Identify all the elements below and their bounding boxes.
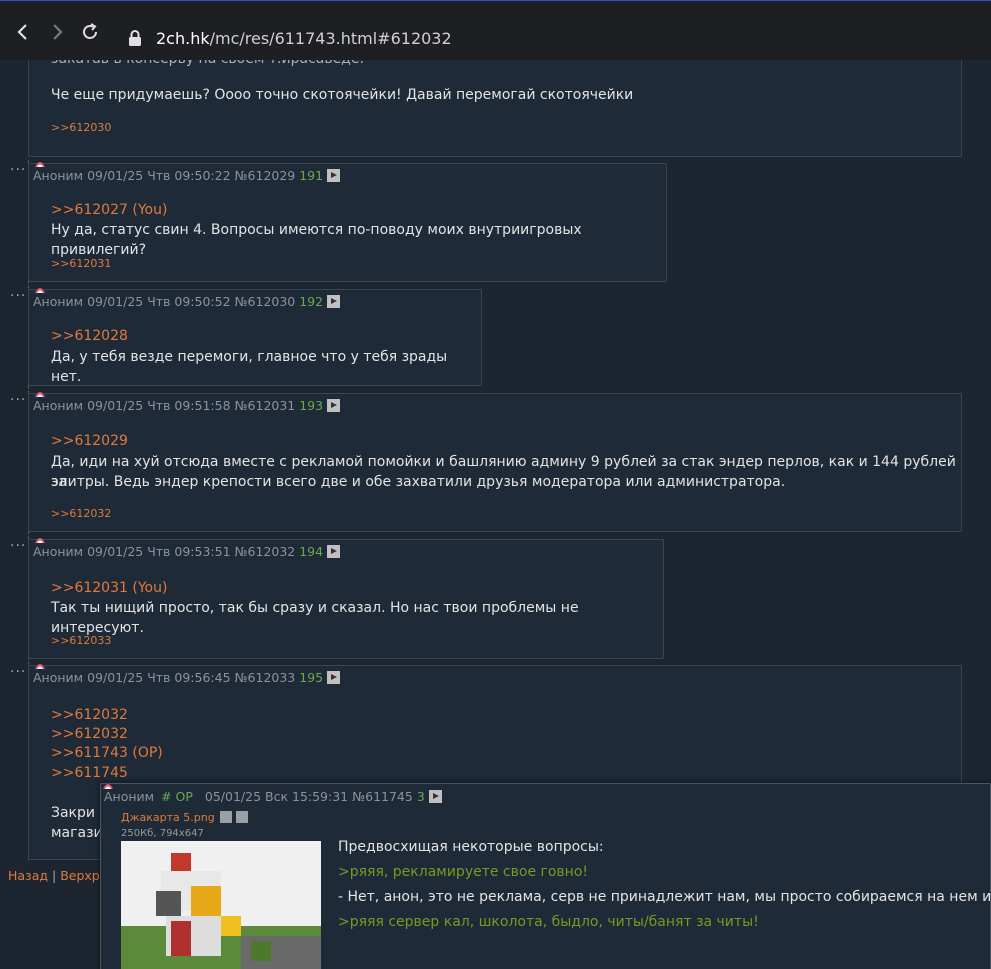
up-link[interactable]: Верхр	[60, 868, 100, 883]
image-thumbnail[interactable]	[121, 841, 321, 969]
reply-link[interactable]: >>612031 (You)	[51, 580, 167, 596]
post-text: Так ты нищий просто, так бы сразу и сказ…	[51, 600, 579, 636]
poster-name: Аноним	[104, 789, 155, 804]
search-icon[interactable]	[220, 811, 233, 823]
post-612032: Аноним 09/01/25 Чтв 09:53:51 №612032 194…	[28, 538, 664, 659]
post-text: Да, у тебя везде перемоги, главное что у…	[51, 349, 448, 385]
reply-link[interactable]: >>611745	[51, 765, 128, 781]
lock-icon	[128, 29, 142, 51]
post-meta: Аноним 09/01/25 Чтв 09:50:52 №612030 192	[33, 294, 341, 309]
backlink[interactable]: >>612031	[51, 257, 111, 270]
post-text: Предвосхищая некоторые вопросы:	[338, 839, 604, 855]
poster-name: Аноним	[33, 294, 84, 309]
post-meta: Аноним 09/01/25 Чтв 09:51:58 №612031 193	[33, 398, 341, 413]
post-date: 09/01/25 Чтв 09:56:45	[87, 670, 231, 685]
backlink[interactable]: >>612030	[51, 121, 111, 134]
post-text: Че еще придумаешь? Оооо точно скотоячейк…	[51, 87, 634, 103]
reply-link[interactable]: >>612027 (You)	[51, 202, 167, 218]
reply-link[interactable]: >>611743 (OP)	[51, 745, 163, 761]
ribbon-icon	[35, 162, 45, 167]
post-date: 05/01/25 Вск 15:59:31	[204, 789, 349, 804]
post-meta: Аноним 09/01/25 Чтв 09:50:22 №612029 191	[33, 168, 341, 183]
forward-icon[interactable]	[44, 19, 70, 45]
post-text: элитры. Ведь эндер крепости всего две и …	[51, 474, 786, 490]
post-id[interactable]: №611745	[352, 789, 413, 804]
post-menu-dots[interactable]: ···	[10, 392, 26, 408]
expand-icon[interactable]	[327, 545, 341, 558]
greentext-line: >ряяя, рекламируете свое говно!	[338, 864, 589, 880]
ribbon-icon	[35, 664, 45, 669]
reply-link[interactable]: >>612029	[51, 433, 128, 449]
ribbon-icon	[35, 392, 45, 397]
expand-icon[interactable]	[327, 399, 341, 412]
file-name-text: Джакарта 5.png	[121, 811, 215, 824]
back-link[interactable]: Назад	[8, 868, 48, 883]
expand-icon[interactable]	[327, 169, 341, 182]
post-count: 193	[299, 398, 324, 413]
post-id[interactable]: №612031	[235, 398, 296, 413]
post-date: 09/01/25 Чтв 09:53:51	[87, 544, 231, 559]
post-text: - Нет, анон, это не реклама, серв не при…	[338, 889, 991, 905]
post-text: магази	[51, 825, 103, 841]
post-612029-partial: закатав в консерву на своем т.ирасаведе.…	[28, 60, 962, 157]
post-count: 194	[299, 544, 324, 559]
post-612029: Аноним 09/01/25 Чтв 09:50:22 №612029 191…	[28, 162, 667, 282]
post-text: Ну да, статус свин 4. Вопросы имеются по…	[51, 222, 582, 258]
post-id[interactable]: №612030	[235, 294, 296, 309]
post-count: 192	[299, 294, 324, 309]
minecraft-image	[121, 841, 321, 969]
post-meta: Аноним 09/01/25 Чтв 09:53:51 №612032 194	[33, 544, 341, 559]
reload-icon[interactable]	[77, 19, 103, 45]
post-count: 195	[299, 670, 324, 685]
post-date: 09/01/25 Чтв 09:51:58	[87, 398, 231, 413]
expand-icon[interactable]	[327, 295, 341, 308]
footer-nav: Назад | Верхр	[8, 868, 100, 883]
post-id[interactable]: №612032	[235, 544, 296, 559]
ribbon-icon	[35, 538, 45, 543]
post-menu-dots[interactable]: ···	[10, 538, 26, 554]
browser-toolbar: 2ch.hk/mc/res/611743.html#612032	[0, 0, 991, 60]
greentext-line: >ряяя сервер кал, школота, быдло, читы/б…	[338, 914, 759, 930]
expand-icon[interactable]	[428, 790, 442, 803]
poster-name: Аноним	[33, 544, 84, 559]
post-menu-dots[interactable]: ···	[10, 162, 26, 178]
url-host: 2ch.hk	[156, 29, 210, 48]
post-meta: Аноним # OP 05/01/25 Вск 15:59:31 №61174…	[104, 789, 442, 804]
reply-link[interactable]: >>612032	[51, 726, 128, 742]
expand-icon[interactable]	[327, 671, 341, 684]
post-menu-dots[interactable]: ···	[10, 288, 26, 304]
poster-name: Аноним	[33, 398, 84, 413]
post-612030: Аноним 09/01/25 Чтв 09:50:52 №612030 192…	[28, 288, 482, 386]
file-name[interactable]: Джакарта 5.png	[121, 811, 248, 824]
post-menu-dots[interactable]: ···	[10, 664, 26, 680]
post-meta: Аноним 09/01/25 Чтв 09:56:45 №612033 195	[33, 670, 341, 685]
post-date: 09/01/25 Чтв 09:50:22	[87, 168, 231, 183]
download-icon[interactable]	[235, 811, 248, 823]
post-text-cut: закатав в консерву на своем т.ирасаведе.	[51, 60, 364, 69]
post-id[interactable]: №612029	[235, 168, 296, 183]
ribbon-icon	[103, 784, 113, 789]
post-id[interactable]: №612033	[235, 670, 296, 685]
reply-link[interactable]: >>612032	[51, 707, 128, 723]
ribbon-icon	[35, 288, 45, 293]
address-bar[interactable]: 2ch.hk/mc/res/611743.html#612032	[156, 29, 452, 48]
post-count: 191	[299, 168, 324, 183]
poster-name: Аноним	[33, 670, 84, 685]
post-count: 3	[416, 789, 425, 804]
backlink[interactable]: >>612032	[51, 507, 111, 520]
file-info: 250Кб, 794x647	[121, 828, 204, 839]
reply-link[interactable]: >>612028	[51, 328, 128, 344]
backlink[interactable]: >>612033	[51, 634, 111, 647]
op-tag: # OP	[161, 789, 193, 804]
post-612031: Аноним 09/01/25 Чтв 09:51:58 №612031 193…	[28, 392, 962, 532]
post-preview-popup: Аноним # OP 05/01/25 Вск 15:59:31 №61174…	[100, 783, 991, 969]
post-date: 09/01/25 Чтв 09:50:52	[87, 294, 231, 309]
url-path: /mc/res/611743.html#612032	[209, 29, 452, 48]
post-text: Закри	[51, 805, 95, 821]
separator: |	[52, 868, 57, 883]
back-icon[interactable]	[10, 19, 36, 45]
thread-page: закатав в консерву на своем т.ирасаведе.…	[0, 60, 991, 969]
poster-name: Аноним	[33, 168, 84, 183]
